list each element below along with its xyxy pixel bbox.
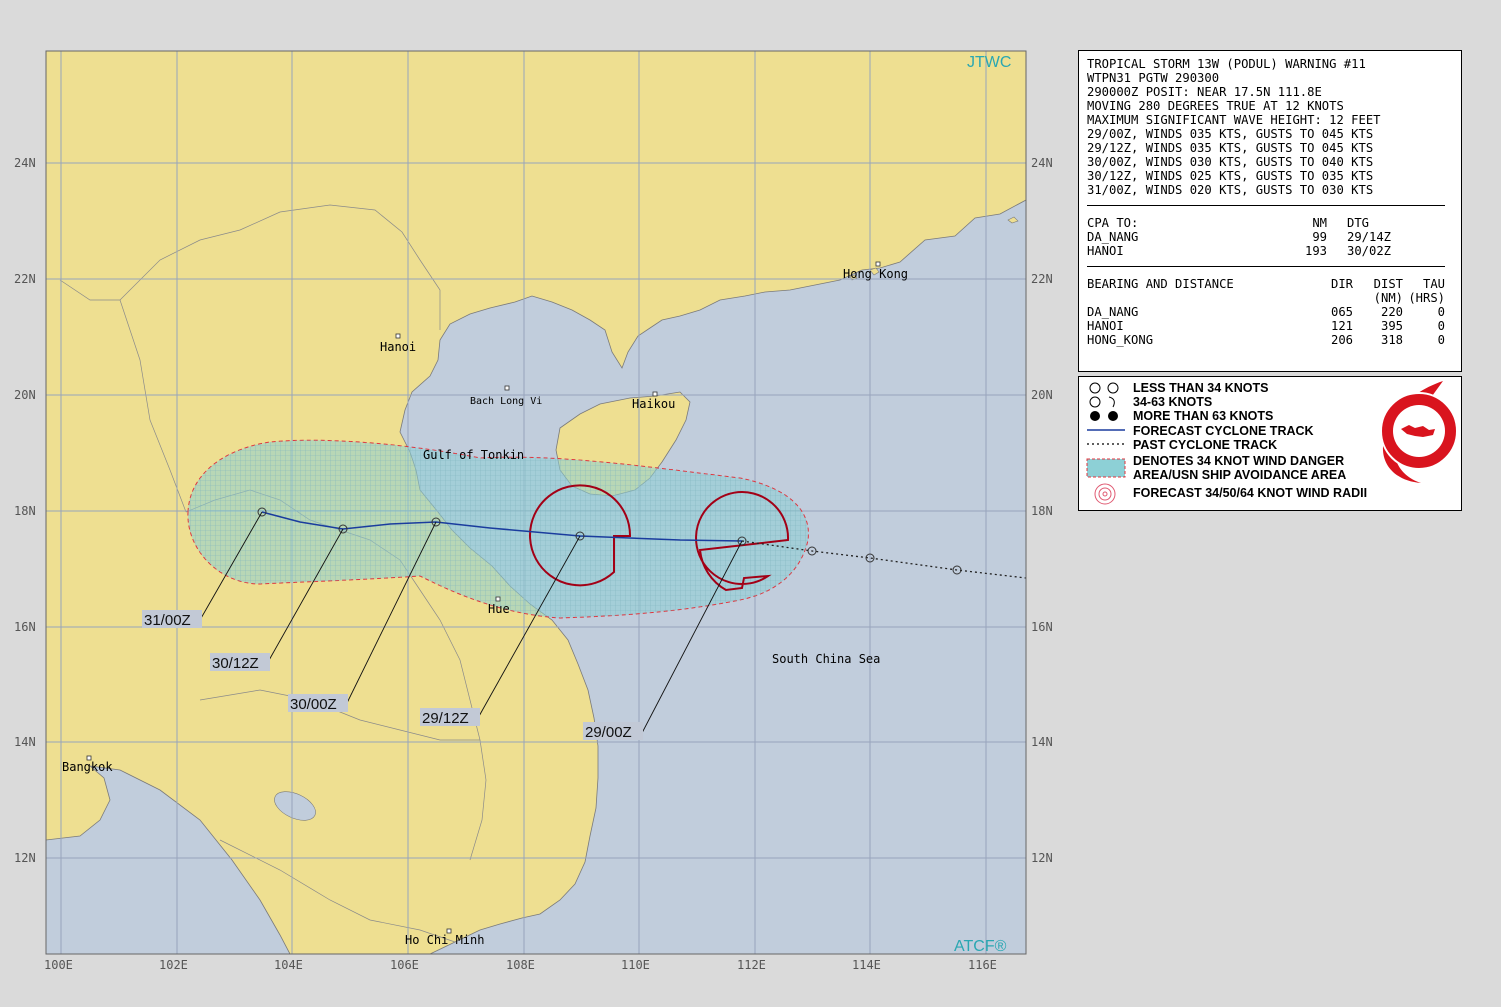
lon-label: 116E xyxy=(968,958,997,972)
warning-line: MOVING 280 DEGREES TRUE AT 12 KNOTS xyxy=(1087,99,1344,113)
lon-label: 102E xyxy=(159,958,188,972)
legend-item: DENOTES 34 KNOT WIND DANGER xyxy=(1133,454,1345,468)
lat-label-right: 18N xyxy=(1031,504,1053,518)
label-ho-chi-minh: Ho Chi Minh xyxy=(405,933,484,947)
warning-title: TROPICAL STORM 13W (PODUL) WARNING #11 xyxy=(1087,57,1366,71)
divider xyxy=(1087,205,1445,206)
time-label-29-12z: 29/12Z xyxy=(422,710,469,727)
bearing-row: HONG_KONG 206 318 0 xyxy=(1087,333,1445,347)
lon-label: 104E xyxy=(274,958,303,972)
label-south-china-sea: South China Sea xyxy=(772,652,880,666)
label-bach-long-vi: Bach Long Vi xyxy=(470,396,542,407)
storm-icon xyxy=(1089,396,1115,408)
danger-area-icon xyxy=(1086,458,1126,478)
time-label-29-00z: 29/00Z xyxy=(585,724,632,741)
lon-label: 110E xyxy=(621,958,650,972)
jtwc-brand: JTWC xyxy=(967,54,1011,71)
warning-info-box: TROPICAL STORM 13W (PODUL) WARNING #11 W… xyxy=(1078,50,1462,372)
time-label-30-12z: 30/12Z xyxy=(212,655,259,672)
warning-line: MAXIMUM SIGNIFICANT WAVE HEIGHT: 12 FEET xyxy=(1087,113,1381,127)
warning-line: WTPN31 PGTW 290300 xyxy=(1087,71,1220,85)
legend-item: 34-63 KNOTS xyxy=(1133,395,1213,409)
past-track-icon xyxy=(1087,443,1125,445)
lat-label-right: 14N xyxy=(1031,735,1053,749)
lat-label-left: 14N xyxy=(14,735,36,749)
legend-item: PAST CYCLONE TRACK xyxy=(1133,438,1278,452)
label-hanoi: Hanoi xyxy=(380,340,416,354)
lat-label-right: 24N xyxy=(1031,156,1053,170)
warning-line: 290000Z POSIT: NEAR 17.5N 111.8E xyxy=(1087,85,1322,99)
label-hue: Hue xyxy=(488,602,510,616)
bearing-row: HANOI 121 395 0 xyxy=(1087,319,1445,333)
lat-label-right: 22N xyxy=(1031,272,1053,286)
weak-cyclone-icon xyxy=(1089,382,1119,394)
wind-radii-icon xyxy=(1094,483,1116,505)
warning-line: 29/12Z, WINDS 035 KTS, GUSTS TO 045 KTS xyxy=(1087,141,1374,155)
bearing-row: DA_NANG 065 220 0 xyxy=(1087,305,1445,319)
warning-line: 29/00Z, WINDS 035 KTS, GUSTS TO 045 KTS xyxy=(1087,127,1374,141)
lat-label-right: 20N xyxy=(1031,388,1053,402)
label-hong-kong: Hong Kong xyxy=(843,267,908,281)
lat-label-left: 20N xyxy=(14,388,36,402)
divider xyxy=(1087,266,1445,267)
lat-label-left: 18N xyxy=(14,504,36,518)
lon-label: 100E xyxy=(44,958,73,972)
label-gulf-of-tonkin: Gulf of Tonkin xyxy=(423,448,524,462)
legend-item: AREA/USN SHIP AVOIDANCE AREA xyxy=(1133,468,1347,482)
legend-item: FORECAST 34/50/64 KNOT WIND RADII xyxy=(1133,486,1368,500)
bearing-subheader: (NM) (HRS) xyxy=(1373,291,1445,305)
lon-label: 106E xyxy=(390,958,419,972)
legend-item: FORECAST CYCLONE TRACK xyxy=(1133,424,1314,438)
cpa-row: HANOI 193 30/02Z xyxy=(1087,244,1392,258)
label-haikou: Haikou xyxy=(632,397,675,411)
lon-label: 112E xyxy=(737,958,766,972)
lat-label-left: 24N xyxy=(14,156,36,170)
lat-label-left: 22N xyxy=(14,272,36,286)
time-label-30-00z: 30/00Z xyxy=(290,696,337,713)
cpa-row: DA_NANG 99 29/14Z xyxy=(1087,230,1392,244)
atcf-brand: ATCF® xyxy=(954,938,1007,955)
lat-label-right: 16N xyxy=(1031,620,1053,634)
lon-label: 114E xyxy=(852,958,881,972)
legend-item: MORE THAN 63 KNOTS xyxy=(1133,409,1274,423)
jtwc-seal-logo xyxy=(1380,381,1458,483)
lat-label-left: 16N xyxy=(14,620,36,634)
time-label-31-00z: 31/00Z xyxy=(144,612,191,629)
lon-label: 108E xyxy=(506,958,535,972)
legend-box: LESS THAN 34 KNOTS 34-63 KNOTS MORE THAN… xyxy=(1078,376,1462,511)
bearing-header: BEARING AND DISTANCE DIR DIST TAU xyxy=(1087,277,1445,291)
lat-label-right: 12N xyxy=(1031,851,1053,865)
forecast-track-icon xyxy=(1087,429,1125,431)
lat-label-left: 12N xyxy=(14,851,36,865)
warning-line: 30/12Z, WINDS 025 KTS, GUSTS TO 035 KTS xyxy=(1087,169,1374,183)
legend-item: LESS THAN 34 KNOTS xyxy=(1133,381,1269,395)
typhoon-icon xyxy=(1090,411,1118,421)
warning-line: 31/00Z, WINDS 020 KTS, GUSTS TO 030 KTS xyxy=(1087,183,1374,197)
cpa-header: CPA TO: NM DTG xyxy=(1087,216,1370,230)
warning-line: 30/00Z, WINDS 030 KTS, GUSTS TO 040 KTS xyxy=(1087,155,1374,169)
label-bangkok: Bangkok xyxy=(62,760,113,774)
